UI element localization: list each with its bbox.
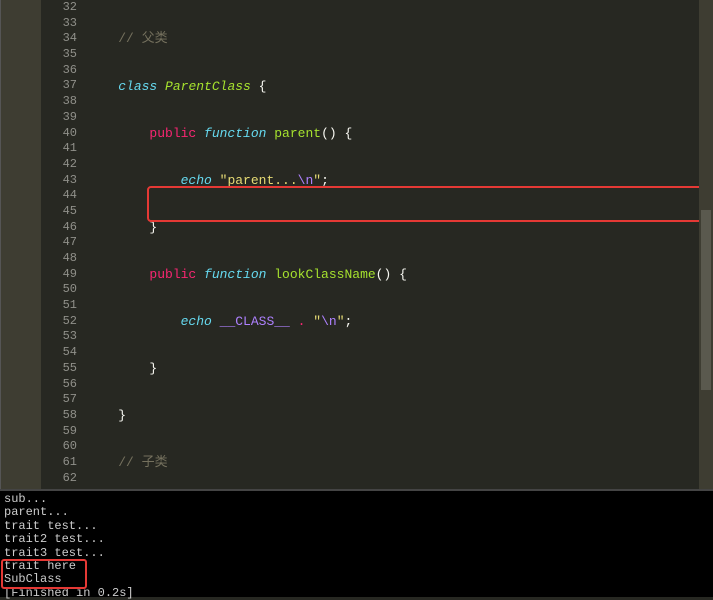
output-line: parent... (4, 506, 709, 519)
line-number: 33 (41, 16, 77, 32)
line-number: 55 (41, 361, 77, 377)
line-number: 52 (41, 314, 77, 330)
code-line[interactable]: echo __CLASS__ . "\n"; (87, 314, 713, 330)
line-number-gutter: 32 33 34 35 36 37 38 39 40 41 42 43 44 4… (41, 0, 87, 489)
line-number: 59 (41, 424, 77, 440)
vertical-scrollbar[interactable] (699, 0, 713, 489)
output-line: trait here (4, 560, 709, 573)
annotation-box-insteadof (147, 186, 713, 222)
line-number: 57 (41, 392, 77, 408)
line-number: 40 (41, 126, 77, 142)
line-number: 49 (41, 267, 77, 283)
code-editor: 32 33 34 35 36 37 38 39 40 41 42 43 44 4… (0, 0, 713, 489)
code-line[interactable]: } (87, 220, 713, 236)
line-number: 39 (41, 110, 77, 126)
line-number: 54 (41, 345, 77, 361)
output-line: SubClass (4, 573, 709, 586)
output-line: trait3 test... (4, 547, 709, 560)
code-line[interactable]: // 父类 (87, 31, 713, 47)
line-number: 35 (41, 47, 77, 63)
code-line[interactable]: } (87, 408, 713, 424)
build-output-panel[interactable]: sub... parent... trait test... trait2 te… (0, 489, 713, 597)
code-line[interactable]: } (87, 361, 713, 377)
line-number: 36 (41, 63, 77, 79)
code-line[interactable]: public function lookClassName() { (87, 267, 713, 283)
code-line[interactable]: public function parent() { (87, 126, 713, 142)
line-number: 51 (41, 298, 77, 314)
line-number: 32 (41, 0, 77, 16)
line-number: 42 (41, 157, 77, 173)
code-line[interactable]: class ParentClass { (87, 79, 713, 95)
line-number: 37 (41, 78, 77, 94)
line-number: 60 (41, 439, 77, 455)
line-number: 48 (41, 251, 77, 267)
output-line: [Finished in 0.2s] (4, 587, 709, 600)
output-line: trait test... (4, 520, 709, 533)
line-number: 58 (41, 408, 77, 424)
line-number: 44 (41, 188, 77, 204)
scrollbar-thumb[interactable] (701, 210, 711, 390)
gutter-margin (1, 0, 41, 489)
line-number: 34 (41, 31, 77, 47)
line-number: 56 (41, 377, 77, 393)
line-number: 43 (41, 173, 77, 189)
output-line: trait2 test... (4, 533, 709, 546)
line-number: 50 (41, 282, 77, 298)
line-number: 45 (41, 204, 77, 220)
output-line: sub... (4, 493, 709, 506)
code-line[interactable]: echo "parent...\n"; (87, 173, 713, 189)
line-number: 41 (41, 141, 77, 157)
code-area[interactable]: // 父类 class ParentClass { public functio… (87, 0, 713, 489)
code-line[interactable]: // 子类 (87, 455, 713, 471)
line-number: 46 (41, 220, 77, 236)
line-number: 61 (41, 455, 77, 471)
line-number: 47 (41, 235, 77, 251)
line-number: 38 (41, 94, 77, 110)
line-number: 53 (41, 329, 77, 345)
line-number: 62 (41, 471, 77, 487)
